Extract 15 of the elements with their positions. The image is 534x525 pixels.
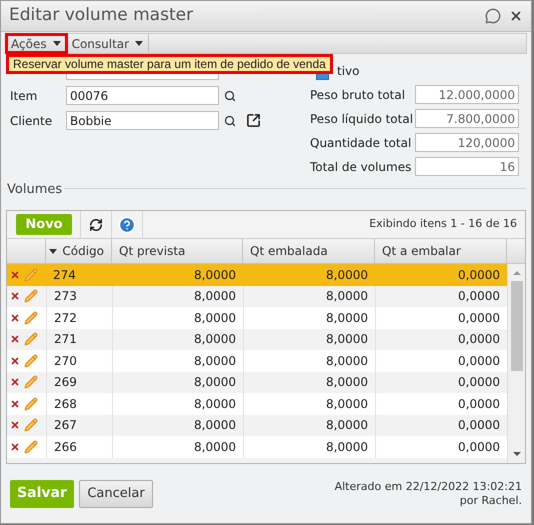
paging-info: Exibindo itens 1 - 16 de 16 bbox=[369, 216, 517, 232]
field-label: Total de volumes bbox=[310, 158, 412, 176]
table-cell-text: 274 bbox=[52, 266, 77, 284]
modified-by: por Rachel. bbox=[460, 494, 522, 508]
table-cell-text: 8,0000 bbox=[325, 266, 369, 284]
field-label: Cliente bbox=[10, 112, 54, 130]
field-label: Quantidade total bbox=[310, 134, 412, 152]
window-title: Editar volume master bbox=[9, 4, 194, 28]
field-label: Peso líquido total bbox=[310, 110, 414, 128]
field-label: Peso bruto total bbox=[310, 86, 406, 104]
table-cell-text: 8,0000 bbox=[193, 266, 237, 284]
field-label: Item bbox=[10, 88, 38, 104]
table-cell-text: 0,0000 bbox=[457, 266, 501, 284]
checkbox-label: tivo bbox=[337, 63, 360, 80]
modified-date: Alterado em 22/12/2022 13:02:21 bbox=[334, 480, 522, 494]
